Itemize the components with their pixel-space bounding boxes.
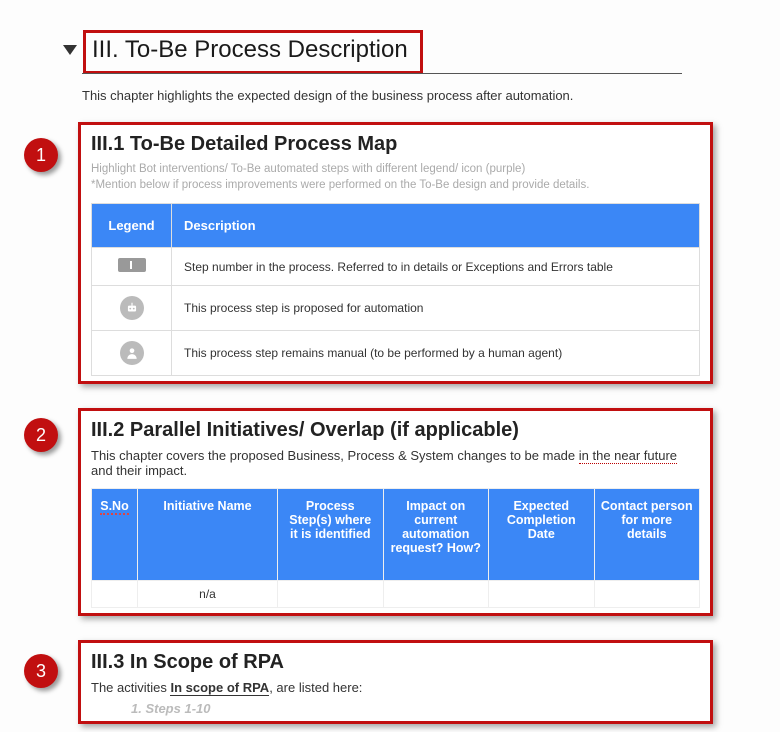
section2-heading: III.2 Parallel Initiatives/ Overlap (if … xyxy=(91,419,700,442)
table-row: n/a xyxy=(92,581,700,608)
legend-desc-1: Step number in the process. Referred to … xyxy=(172,248,700,286)
annotation-badge-2: 2 xyxy=(24,418,58,452)
cell-process xyxy=(278,581,384,608)
col-description: Description xyxy=(172,204,700,248)
person-icon xyxy=(120,341,144,365)
page-title: III. To-Be Process Description xyxy=(83,30,423,74)
col-legend: Legend xyxy=(92,204,172,248)
step-number-icon xyxy=(118,258,146,272)
col-completion-date: Expected Completion Date xyxy=(489,489,595,581)
legend-desc-2: This process step is proposed for automa… xyxy=(172,286,700,331)
table-header-row: Legend Description xyxy=(92,204,700,248)
section-parallel-initiatives: III.2 Parallel Initiatives/ Overlap (if … xyxy=(78,408,713,616)
section-in-scope: III.3 In Scope of RPA The activities In … xyxy=(78,640,713,724)
section2-desc: This chapter covers the proposed Busines… xyxy=(91,448,700,478)
section3-heading: III.3 In Scope of RPA xyxy=(91,651,700,674)
table-row: This process step is proposed for automa… xyxy=(92,286,700,331)
cell-contact xyxy=(594,581,700,608)
legend-table: Legend Description Step number in the pr… xyxy=(91,203,700,376)
annotation-badge-3: 3 xyxy=(24,654,58,688)
table-row: This process step remains manual (to be … xyxy=(92,331,700,376)
scope-bold: In scope of RPA xyxy=(170,680,269,696)
desc-dotted: in the near future xyxy=(579,448,677,464)
col-sno: S.No xyxy=(92,489,138,581)
section1-heading: III.1 To-Be Detailed Process Map xyxy=(91,133,700,156)
desc-post: and their impact. xyxy=(91,463,187,478)
cell-sno xyxy=(92,581,138,608)
cell-impact xyxy=(383,581,489,608)
collapse-icon[interactable] xyxy=(63,45,77,55)
scope-pre: The activities xyxy=(91,680,170,695)
section1-note2: *Mention below if process improvements w… xyxy=(91,178,700,194)
col-initiative: Initiative Name xyxy=(138,489,278,581)
col-impact: Impact on current automation request? Ho… xyxy=(383,489,489,581)
cell-init: n/a xyxy=(138,581,278,608)
cell-date xyxy=(489,581,595,608)
col-contact: Contact person for more details xyxy=(594,489,700,581)
scope-steps: 1. Steps 1-10 xyxy=(131,701,700,716)
title-row: III. To-Be Process Description xyxy=(63,30,423,74)
col-process-steps: Process Step(s) where it is identified xyxy=(278,489,384,581)
annotation-badge-1: 1 xyxy=(24,138,58,172)
table-row: Step number in the process. Referred to … xyxy=(92,248,700,286)
scope-line: The activities In scope of RPA, are list… xyxy=(91,680,700,695)
intro-text: This chapter highlights the expected des… xyxy=(82,88,573,103)
robot-icon xyxy=(120,296,144,320)
scope-post: , are listed here: xyxy=(269,680,362,695)
section1-note1: Highlight Bot interventions/ To-Be autom… xyxy=(91,162,700,178)
legend-desc-3: This process step remains manual (to be … xyxy=(172,331,700,376)
desc-pre: This chapter covers the proposed Busines… xyxy=(91,448,579,463)
section-process-map: III.1 To-Be Detailed Process Map Highlig… xyxy=(78,122,713,384)
table-header-row: S.No Initiative Name Process Step(s) whe… xyxy=(92,489,700,581)
initiatives-table: S.No Initiative Name Process Step(s) whe… xyxy=(91,488,700,608)
divider xyxy=(82,73,682,74)
